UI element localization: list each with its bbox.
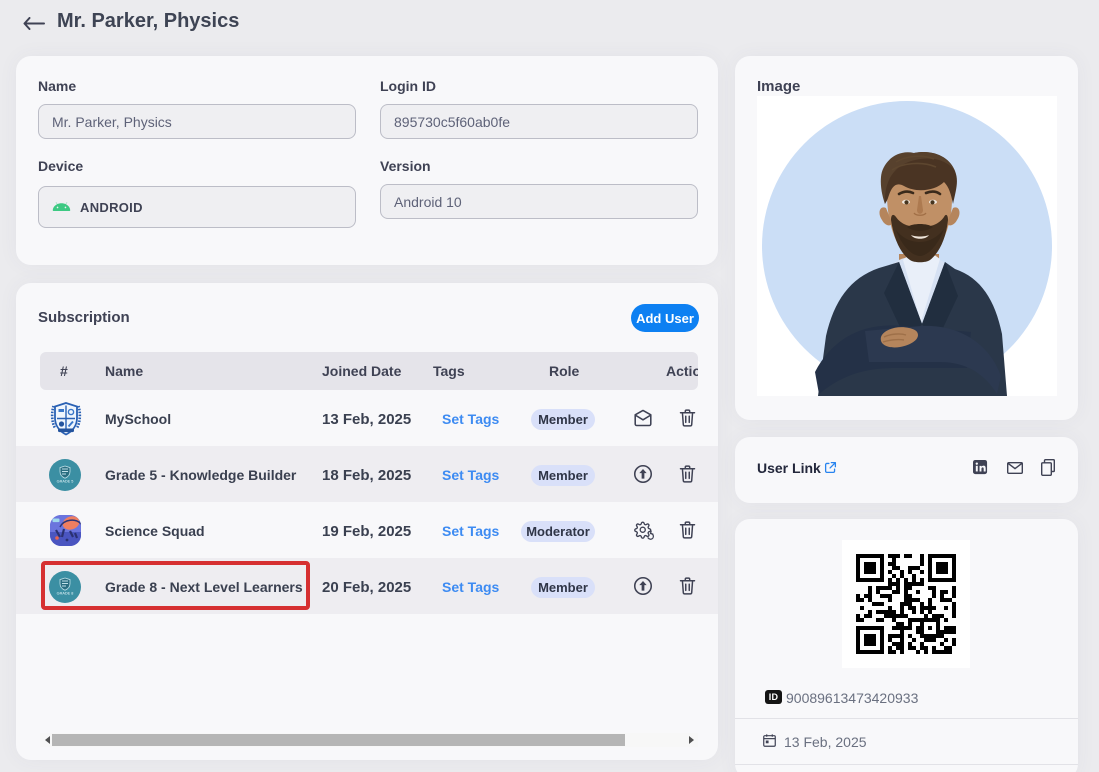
svg-text:GRADE 5: GRADE 5	[57, 480, 74, 484]
